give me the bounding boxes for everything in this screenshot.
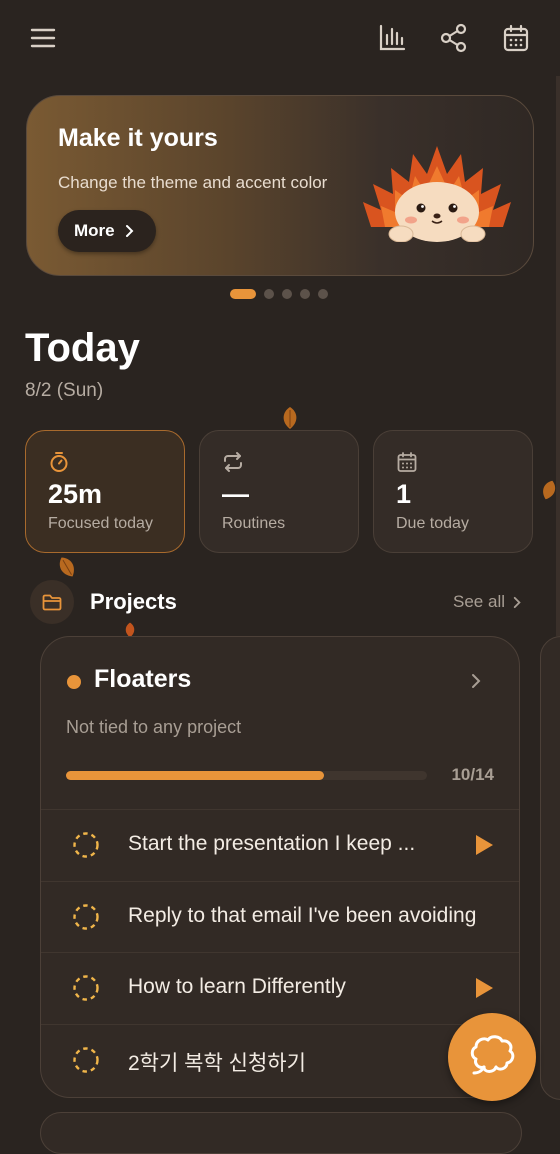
task-row[interactable]: Start the presentation I keep ...	[41, 809, 519, 880]
project-color-dot	[67, 675, 81, 689]
calendar-icon[interactable]	[496, 18, 536, 58]
banner-pagination	[230, 289, 328, 299]
stat-label: Routines	[222, 515, 286, 532]
stat-value: 25m	[48, 479, 103, 509]
today-date: 8/2 (Sun)	[25, 380, 104, 401]
brain-icon	[470, 1035, 515, 1075]
more-button[interactable]: More	[58, 210, 156, 252]
menu-icon[interactable]	[23, 18, 63, 58]
stat-label: Focused today	[48, 515, 153, 532]
leaf-decoration-icon	[59, 557, 74, 577]
more-button-label: More	[74, 221, 115, 240]
task-checkbox-icon[interactable]	[72, 903, 100, 931]
stat-card-focused[interactable]: 25m Focused today	[25, 430, 185, 553]
stats-chart-icon[interactable]	[372, 18, 412, 58]
task-text: Start the presentation I keep ...	[128, 832, 416, 855]
hedgehog-mascot-icon	[363, 146, 511, 242]
projects-header: Projects See all	[30, 580, 530, 624]
chevron-right-icon	[125, 225, 134, 237]
task-text: How to learn Differently	[128, 975, 346, 998]
next-project-card[interactable]	[540, 636, 560, 1100]
folder-icon	[30, 580, 74, 624]
task-text: 2학기 복학 신청하기	[128, 1051, 306, 1075]
project-subtitle: Not tied to any project	[66, 717, 242, 737]
progress-count: 10/14	[451, 765, 494, 784]
pagination-dot[interactable]	[264, 289, 274, 299]
banner-subtitle: Change the theme and accent color	[58, 173, 328, 192]
projects-title: Projects	[90, 589, 177, 614]
task-row[interactable]: Reply to that email I've been avoiding	[41, 880, 519, 952]
next-project-card-below[interactable]	[40, 1112, 522, 1154]
timer-icon	[50, 452, 68, 472]
stat-value: —	[222, 479, 249, 509]
pagination-dot[interactable]	[318, 289, 328, 299]
task-checkbox-icon[interactable]	[72, 831, 100, 859]
task-checkbox-icon[interactable]	[72, 974, 100, 1002]
chevron-right-icon	[513, 596, 521, 608]
repeat-icon	[224, 452, 242, 472]
stat-value: 1	[396, 479, 412, 509]
project-title: Floaters	[94, 665, 192, 693]
task-row[interactable]: How to learn Differently	[41, 952, 519, 1023]
banner-title: Make it yours	[58, 124, 218, 152]
today-title: Today	[25, 326, 140, 370]
see-all-link[interactable]: See all	[453, 592, 524, 612]
progress-bar	[66, 771, 427, 780]
play-icon[interactable]	[473, 977, 495, 999]
calendar-icon	[397, 452, 417, 472]
theme-banner[interactable]: Make it yours Change the theme and accen…	[26, 95, 534, 276]
share-icon[interactable]	[434, 18, 474, 58]
play-icon[interactable]	[473, 834, 495, 856]
top-bar	[0, 0, 560, 76]
brain-assistant-button[interactable]	[448, 1013, 536, 1101]
task-checkbox-icon[interactable]	[72, 1046, 100, 1074]
progress-fill	[66, 771, 324, 780]
see-all-label: See all	[453, 592, 505, 611]
chevron-right-icon[interactable]	[467, 672, 485, 690]
pagination-dot[interactable]	[282, 289, 292, 299]
scroll-edge	[556, 76, 560, 636]
stat-label: Due today	[396, 515, 469, 532]
stat-card-due[interactable]: 1 Due today	[373, 430, 533, 553]
pagination-dot-active[interactable]	[230, 289, 256, 299]
leaf-decoration-icon	[283, 407, 297, 429]
stat-card-routines[interactable]: — Routines	[199, 430, 359, 553]
project-card-floaters[interactable]: Floaters Not tied to any project 10/14 S…	[40, 636, 520, 1098]
task-text: Reply to that email I've been avoiding	[128, 903, 477, 927]
pagination-dot[interactable]	[300, 289, 310, 299]
